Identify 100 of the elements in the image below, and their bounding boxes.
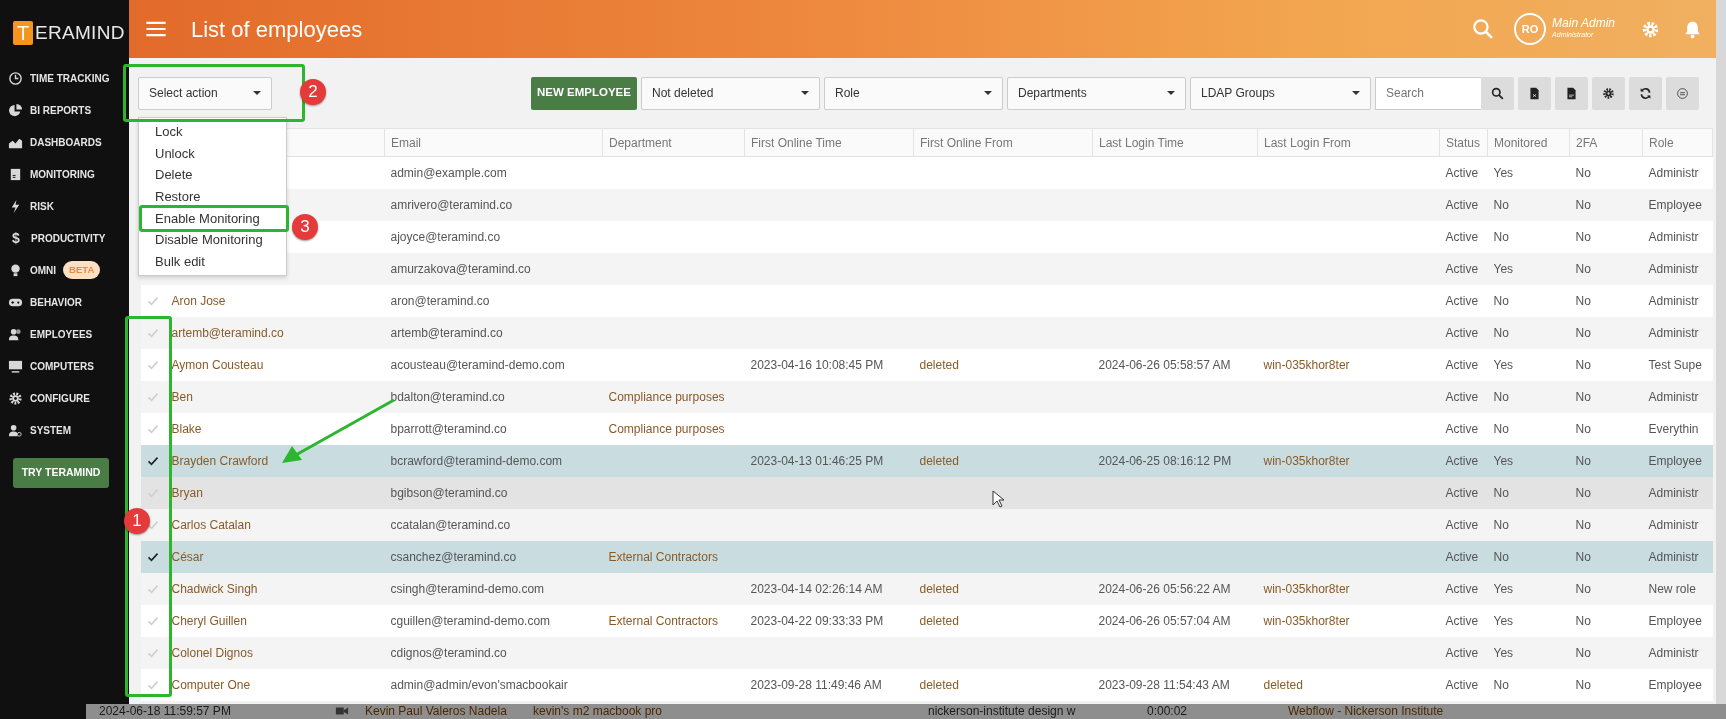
sidebar-label: BI REPORTS: [30, 103, 92, 118]
sidebar-item[interactable]: EMPLOYEES: [0, 318, 129, 350]
employee-name-link[interactable]: Colonel Dignos: [171, 645, 253, 660]
sidebar-item[interactable]: DASHBOARDS: [0, 126, 129, 158]
filter-select[interactable]: Not deleted: [641, 76, 820, 110]
employee-name-link[interactable]: César: [171, 549, 204, 564]
sidebar-item[interactable]: RISK: [0, 190, 129, 222]
column-header[interactable]: Email: [384, 128, 603, 157]
new-employee-button[interactable]: NEW EMPLOYEE: [531, 76, 637, 110]
column-header[interactable]: Department: [602, 128, 745, 157]
table-cell: No: [1575, 421, 1591, 436]
menu-item[interactable]: Disable Monitoring: [139, 229, 286, 251]
sidebar-item[interactable]: BI REPORTS: [0, 94, 129, 126]
column-header[interactable]: First Online Time: [744, 128, 914, 157]
table-cell: cdignos@teramind.co: [390, 645, 507, 660]
employee-name-link[interactable]: Ben: [171, 389, 193, 404]
table-cell: No: [1575, 549, 1591, 564]
sidebar-item[interactable]: CONFIGURE: [0, 382, 129, 414]
table-cell: Administr: [1648, 293, 1699, 308]
table-cell: No: [1575, 517, 1591, 532]
menu-item[interactable]: Delete: [139, 164, 286, 186]
search-field[interactable]: Search: [1375, 76, 1481, 110]
table-cell: Active: [1445, 229, 1479, 244]
table-link[interactable]: deleted: [919, 581, 959, 596]
table-cell: Active: [1445, 293, 1479, 308]
column-header[interactable]: Status: [1439, 128, 1488, 157]
table-cell: bcrawford@teramind-demo.com: [390, 453, 563, 468]
table-cell: Active: [1445, 389, 1479, 404]
sidebar-item[interactable]: COMPUTERS: [0, 350, 129, 382]
table-cell: bparrott@teramind.co: [390, 421, 507, 436]
column-header[interactable]: 2FA: [1569, 128, 1643, 157]
table-cell: 2023-04-14 02:26:14 AM: [750, 581, 883, 596]
sidebar-label: EMPLOYEES: [30, 327, 93, 342]
action-select[interactable]: Select action: [138, 76, 272, 110]
table-cell: Administr: [1648, 517, 1699, 532]
table-cell: Active: [1445, 197, 1479, 212]
employee-name-link[interactable]: Blake: [171, 421, 202, 436]
table-link[interactable]: deleted: [919, 357, 959, 372]
table-cell: 2023-04-22 09:33:33 PM: [750, 613, 884, 628]
sidebar-item[interactable]: SYSTEM: [0, 414, 129, 446]
table-link[interactable]: win-035khor8ter: [1263, 581, 1350, 596]
employee-name-link[interactable]: Cheryl Guillen: [171, 613, 247, 628]
table-cell: Employee: [1648, 677, 1702, 692]
table-cell: No: [1493, 197, 1509, 212]
try-button[interactable]: TRY TERAMIND: [13, 458, 109, 488]
table-cell: aron@teramind.co: [390, 293, 490, 308]
select-label: Role: [835, 85, 860, 102]
sidebar-label: COMPUTERS: [30, 359, 94, 374]
table-cell: No: [1575, 453, 1591, 468]
beta-badge: BETA: [63, 260, 101, 280]
employee-name-link[interactable]: Computer One: [171, 677, 251, 692]
menu-item[interactable]: Restore: [139, 185, 286, 207]
table-cell: bdalton@teramind.co: [390, 389, 505, 404]
table-cell: 2023-09-28 11:49:46 AM: [750, 677, 882, 692]
sidebar-label: MONITORING: [30, 167, 95, 182]
table-cell: Yes: [1493, 453, 1514, 468]
column-header[interactable]: Monitored: [1487, 128, 1570, 157]
column-header[interactable]: Role: [1642, 128, 1713, 157]
sidebar-item[interactable]: $ PRODUCTIVITY: [0, 222, 129, 254]
table-cell: Administr: [1648, 549, 1699, 564]
sidebar-item[interactable]: BEHAVIOR: [0, 286, 129, 318]
menu-item[interactable]: Bulk edit: [139, 250, 286, 272]
sidebar-label: PRODUCTIVITY: [31, 231, 106, 246]
employee-name-link[interactable]: Aron Jose: [171, 293, 226, 308]
sidebar-item[interactable]: MONITORING: [0, 158, 129, 190]
menu-item[interactable]: Lock: [139, 121, 286, 143]
column-header[interactable]: Last Login From: [1257, 128, 1440, 157]
table-cell: ajoyce@teramind.co: [390, 229, 501, 244]
logo-mark: T: [13, 21, 33, 45]
sidebar-label: SYSTEM: [30, 423, 72, 438]
table-cell: 2024-06-26 05:58:57 AM: [1098, 357, 1231, 372]
employee-name-link[interactable]: Chadwick Singh: [171, 581, 258, 596]
background-text: nickerson-institute design w: [928, 704, 1077, 719]
filter-select[interactable]: LDAP Groups: [1190, 76, 1371, 110]
table-link[interactable]: deleted: [919, 677, 959, 692]
employee-name-link[interactable]: artemb@teramind.co: [171, 325, 284, 340]
table-cell: No: [1493, 293, 1509, 308]
table-link[interactable]: Compliance purposes: [608, 389, 725, 404]
table-link[interactable]: deleted: [919, 613, 959, 628]
filter-select[interactable]: Departments: [1007, 76, 1186, 110]
select-label: Departments: [1018, 85, 1087, 102]
table-link[interactable]: deleted: [1263, 677, 1303, 692]
employee-name-link[interactable]: Bryan: [171, 485, 203, 500]
sidebar-item[interactable]: TIME TRACKING: [0, 62, 129, 94]
sidebar-item[interactable]: OMNI BETA: [0, 254, 129, 286]
background-text: 2024-06-18 11:59:57 PM: [99, 704, 232, 719]
select-label: Select action: [149, 85, 218, 102]
table-cell: admin@admin/evon'smacbookair: [390, 677, 568, 692]
column-header[interactable]: Last Login Time: [1092, 128, 1258, 157]
table-cell: artemb@teramind.co: [390, 325, 503, 340]
column-header[interactable]: First Online From: [913, 128, 1093, 157]
filter-select[interactable]: Role: [824, 76, 1003, 110]
menu-item[interactable]: Enable Monitoring: [139, 205, 289, 232]
employee-name-link[interactable]: Carlos Catalan: [171, 517, 251, 532]
employee-name-link[interactable]: Aymon Cousteau: [171, 357, 264, 372]
menu-item[interactable]: Unlock: [139, 142, 286, 164]
table-link[interactable]: deleted: [919, 453, 959, 468]
table-cell: Yes: [1493, 357, 1514, 372]
table-cell: No: [1493, 549, 1509, 564]
table-cell: Administr: [1648, 229, 1699, 244]
